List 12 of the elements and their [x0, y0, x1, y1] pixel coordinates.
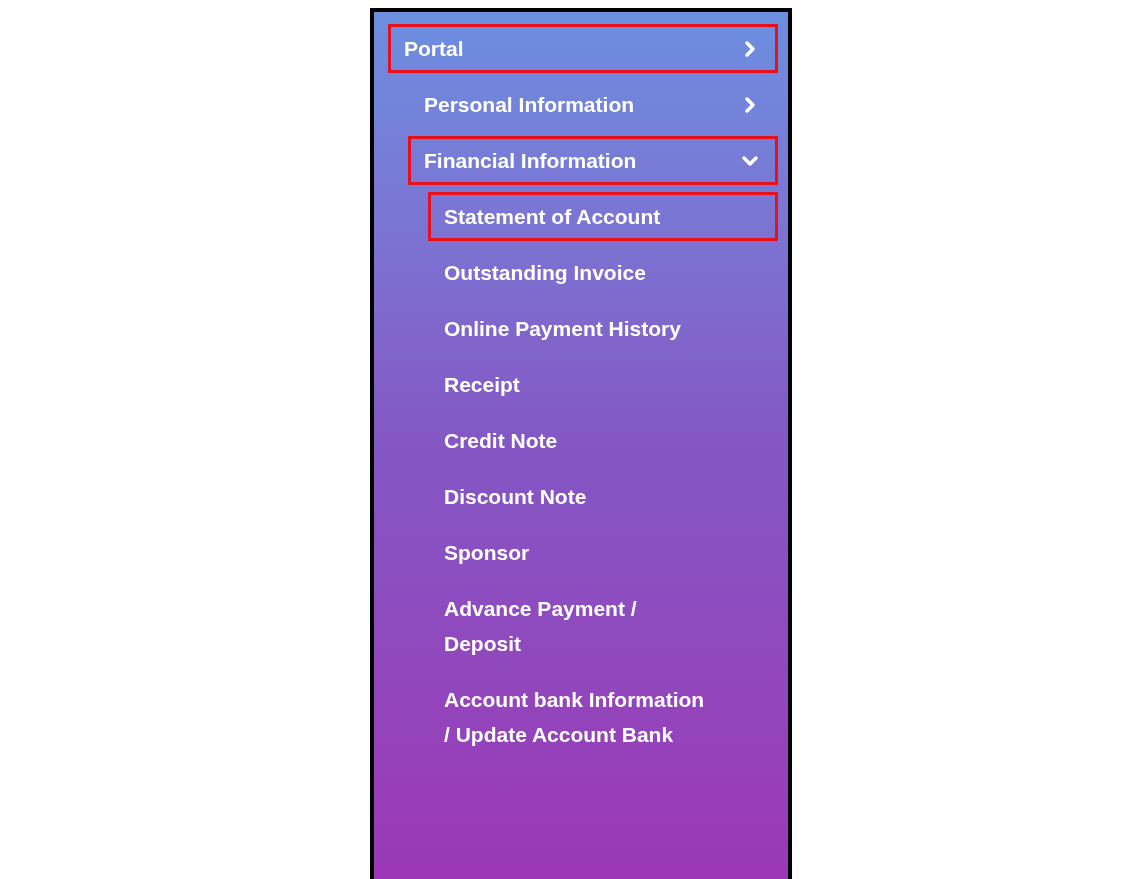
menu-item[interactable]: Online Payment History — [428, 304, 778, 353]
menu-item[interactable]: Account bank Information / Update Account Bank — [428, 675, 778, 759]
menu-item[interactable]: Credit Note — [428, 416, 778, 465]
menu-item[interactable]: Financial Information — [408, 136, 778, 185]
menu-item[interactable]: Statement of Account — [428, 192, 778, 241]
menu-item[interactable]: Receipt — [428, 360, 778, 409]
menu-item[interactable]: Advance Payment / Deposit — [428, 584, 778, 668]
menu-item[interactable]: Outstanding Invoice — [428, 248, 778, 297]
menu-item[interactable]: Personal Information — [408, 80, 778, 129]
menu-item[interactable]: Discount Note — [428, 472, 778, 521]
menu-item[interactable]: Portal — [388, 24, 778, 73]
menu-item[interactable]: Sponsor — [428, 528, 778, 577]
